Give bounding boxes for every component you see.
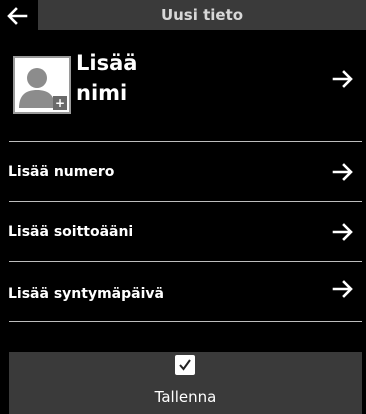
page-title: Uusi tieto <box>38 0 366 30</box>
add-name-row[interactable]: + Lisää nimi <box>0 40 366 140</box>
arrow-right-icon <box>332 223 353 241</box>
divider <box>9 321 362 322</box>
arrow-right-icon <box>332 280 353 298</box>
add-number-label: Lisää numero <box>8 164 115 180</box>
arrow-right-icon <box>332 163 353 181</box>
divider <box>9 261 362 262</box>
add-number-row[interactable]: Lisää numero <box>0 142 366 202</box>
save-label: Tallenna <box>154 388 217 406</box>
header-bar: Uusi tieto <box>0 0 366 32</box>
add-name-label: Lisää nimi <box>76 51 138 105</box>
save-button[interactable]: Tallenna <box>9 352 362 414</box>
back-button[interactable] <box>0 0 34 32</box>
add-birthday-row[interactable]: Lisää syntymäpäivä <box>0 264 366 324</box>
add-ringtone-row[interactable]: Lisää soittoääni <box>0 202 366 262</box>
add-ringtone-label: Lisää soittoääni <box>8 224 134 240</box>
add-birthday-label: Lisää syntymäpäivä <box>8 286 164 302</box>
arrow-right-icon <box>332 70 353 88</box>
checkmark-icon <box>175 355 195 375</box>
back-arrow-icon <box>7 7 28 25</box>
add-photo-icon: + <box>53 96 67 110</box>
avatar[interactable]: + <box>13 56 71 114</box>
